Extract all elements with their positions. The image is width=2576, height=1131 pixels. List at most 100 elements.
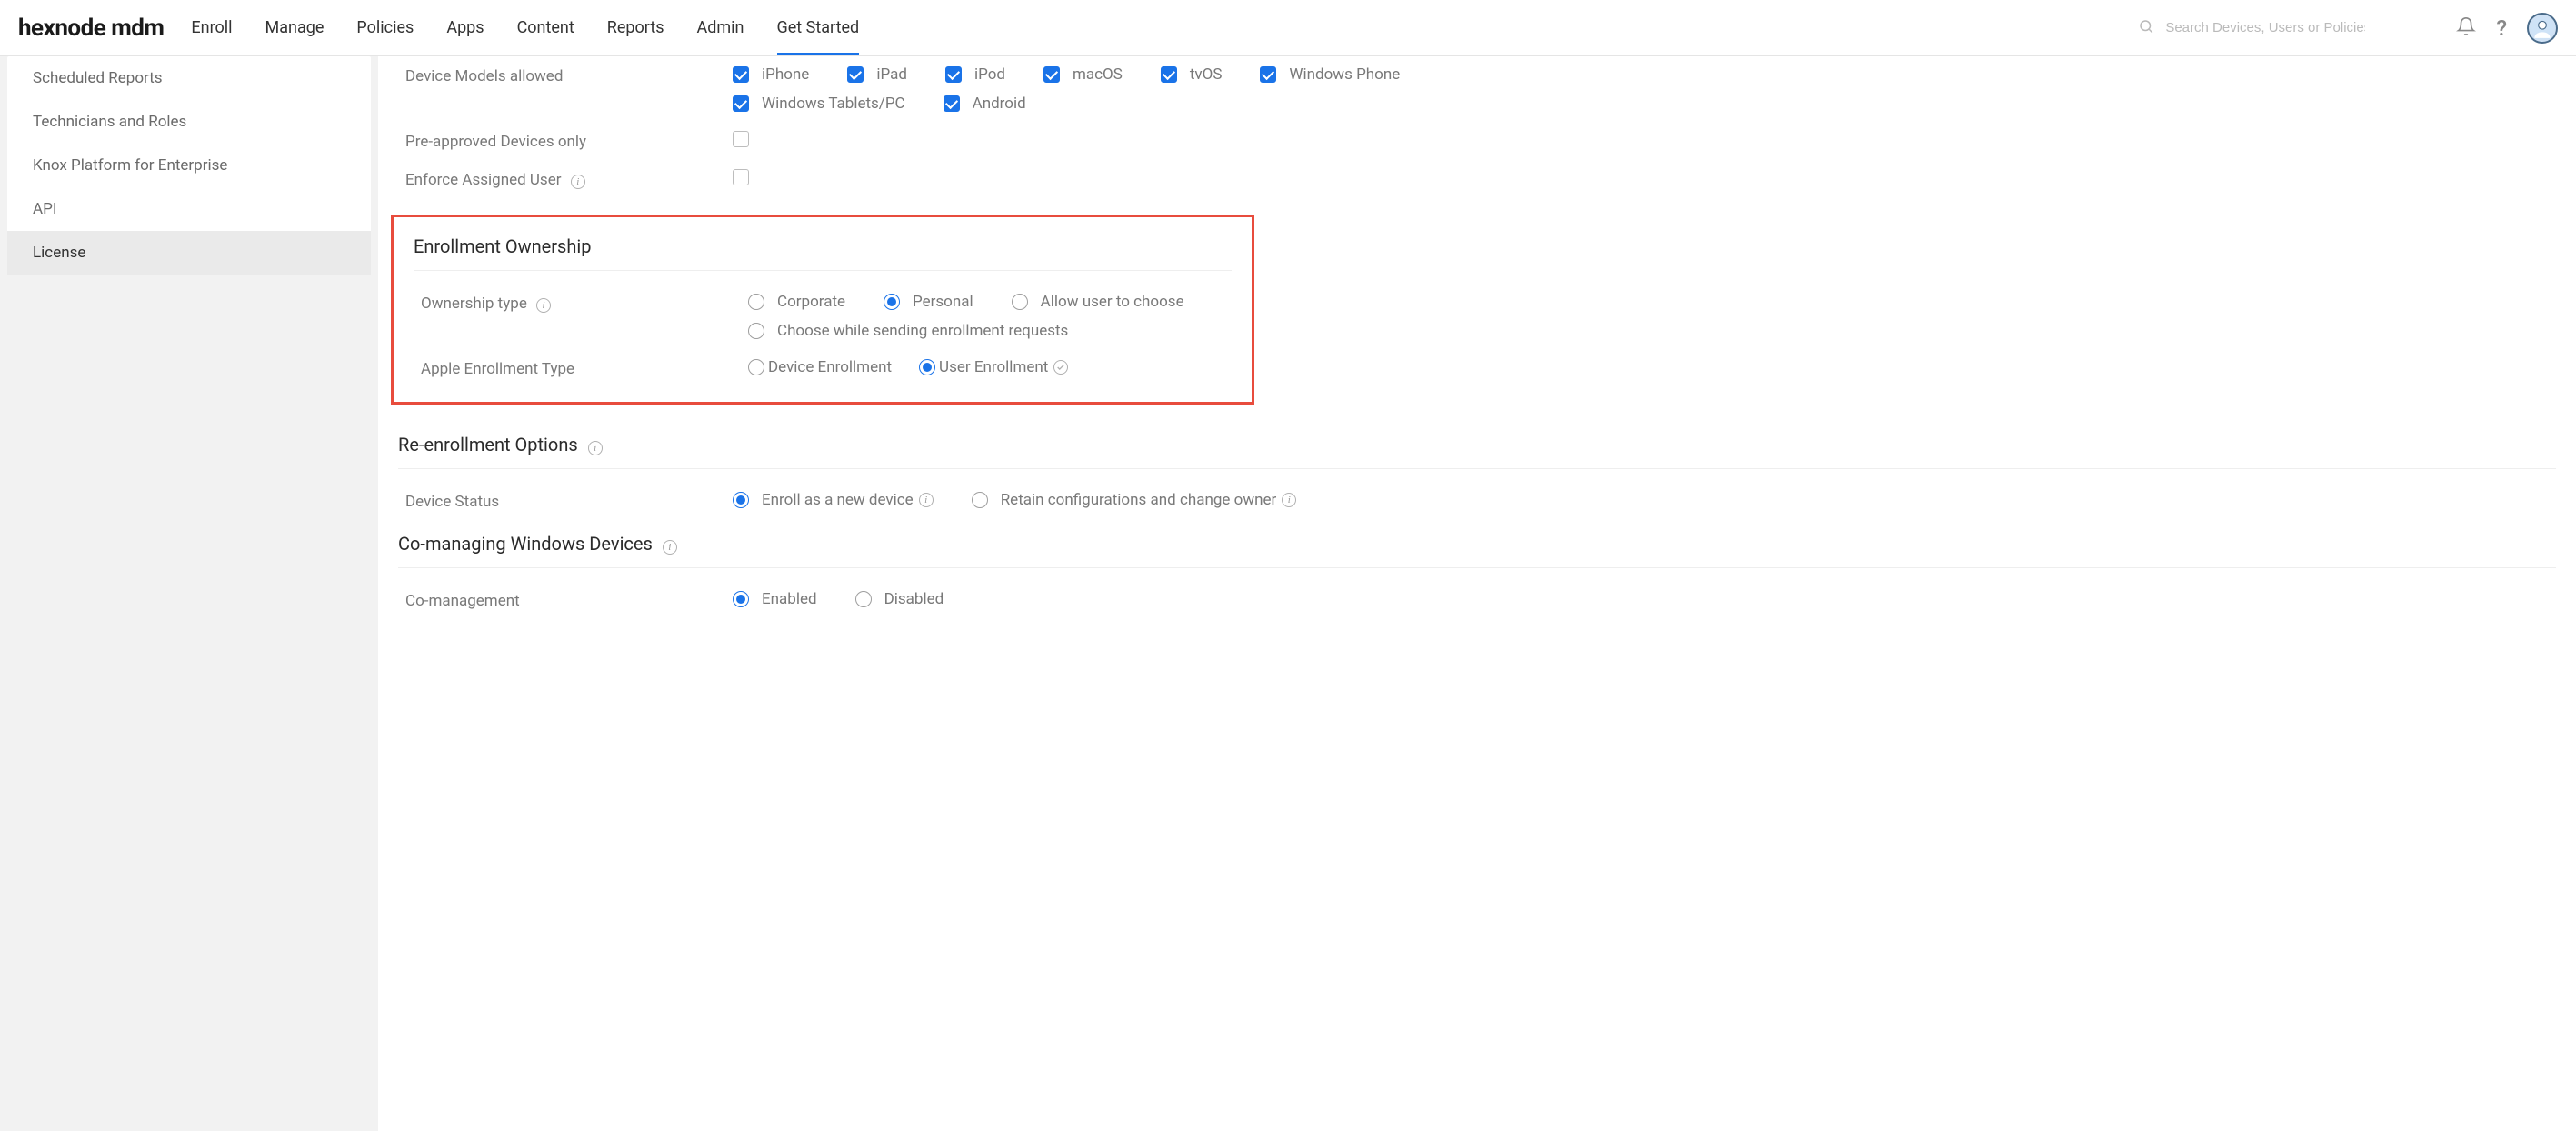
device-status-label: Device Status (405, 491, 733, 511)
opt-label: Personal (913, 293, 973, 311)
row-comanagement: Co-management Enabled Disabled (378, 581, 2576, 619)
opt-windows-phone[interactable]: Windows Phone (1260, 65, 1400, 84)
search-input[interactable] (2165, 20, 2365, 35)
opt-label: iPod (974, 65, 1005, 84)
info-icon[interactable]: i (919, 493, 934, 507)
nav-policies[interactable]: Policies (356, 1, 414, 55)
radio-icon[interactable] (855, 591, 872, 607)
opt-label: Corporate (777, 293, 845, 311)
brand-logo: hexnode mdm (18, 15, 164, 42)
sidebar-item-knox[interactable]: Knox Platform for Enterprise (7, 144, 371, 187)
sidebar-item-license[interactable]: License (7, 231, 371, 275)
radio-icon[interactable] (733, 591, 749, 607)
section-enrollment-ownership: Enrollment Ownership (394, 223, 1252, 266)
opt-personal[interactable]: Personal (884, 293, 973, 311)
opt-allow-user[interactable]: Allow user to choose (1012, 293, 1184, 311)
sidebar-item-scheduled-reports[interactable]: Scheduled Reports (7, 56, 371, 100)
avatar[interactable] (2527, 13, 2558, 44)
nav-content[interactable]: Content (517, 1, 574, 55)
opt-user-enrollment[interactable]: User Enrollment (919, 358, 1068, 376)
opt-device-enrollment[interactable]: Device Enrollment (748, 358, 892, 376)
row-apple-enrollment-type: Apple Enrollment Type Device Enrollment … (394, 349, 1252, 387)
nav-reports[interactable]: Reports (607, 1, 664, 55)
info-icon[interactable]: i (588, 441, 603, 455)
radio-icon[interactable] (919, 359, 935, 375)
opt-disabled[interactable]: Disabled (855, 590, 944, 608)
bell-icon[interactable] (2456, 16, 2476, 40)
opt-ipod[interactable]: iPod (945, 65, 1005, 84)
nav-get-started[interactable]: Get Started (777, 1, 860, 55)
opt-label: Allow user to choose (1041, 293, 1184, 311)
ownership-type-label: Ownership type i (421, 293, 748, 313)
opt-label: Android (973, 95, 1026, 113)
radio-icon[interactable] (972, 492, 988, 508)
divider (414, 270, 1232, 271)
row-ownership-type: Ownership type i Corporate Personal Allo… (394, 284, 1252, 322)
opt-label: tvOS (1190, 65, 1223, 84)
comanage-title: Co-managing Windows Devices (398, 533, 653, 555)
checkbox-icon[interactable] (1161, 66, 1177, 83)
radio-icon[interactable] (1012, 294, 1028, 310)
nav-apps[interactable]: Apps (446, 1, 484, 55)
opt-label: macOS (1073, 65, 1123, 84)
info-icon[interactable]: i (571, 175, 585, 189)
main-panel: Device Models allowed iPhone iPad iPod m… (378, 56, 2576, 1131)
enforce-user-checkbox[interactable] (733, 169, 749, 185)
opt-enabled[interactable]: Enabled (733, 590, 817, 608)
info-icon[interactable]: i (1282, 493, 1296, 507)
opt-retain-config[interactable]: Retain configurations and change owner i (972, 491, 1297, 509)
row-ownership-type-2: Choose while sending enrollment requests (394, 322, 1252, 349)
opt-label: Retain configurations and change owner (1001, 491, 1277, 509)
radio-icon[interactable] (748, 294, 764, 310)
divider (398, 468, 2556, 469)
enforce-user-text: Enforce Assigned User (405, 171, 562, 189)
opt-label: User Enrollment (939, 358, 1048, 376)
device-models-label: Device Models allowed (405, 65, 733, 85)
header-actions: ? (2456, 13, 2558, 44)
info-icon[interactable]: i (536, 298, 551, 313)
opt-android[interactable]: Android (944, 95, 1026, 113)
app-header: hexnode mdm Enroll Manage Policies Apps … (0, 0, 2576, 56)
section-reenrollment: Re-enrollment Options i (378, 421, 2576, 465)
nav-enroll[interactable]: Enroll (191, 1, 232, 55)
radio-icon[interactable] (884, 294, 900, 310)
nav-admin[interactable]: Admin (697, 1, 744, 55)
opt-choose-while-sending[interactable]: Choose while sending enrollment requests (748, 322, 1068, 340)
opt-label: iPad (876, 65, 907, 84)
enrollment-ownership-highlight: Enrollment Ownership Ownership type i Co… (391, 215, 1254, 405)
checkbox-icon[interactable] (1043, 66, 1060, 83)
radio-icon[interactable] (748, 359, 764, 375)
opt-macos[interactable]: macOS (1043, 65, 1123, 84)
checkbox-icon[interactable] (1260, 66, 1276, 83)
opt-ipad[interactable]: iPad (847, 65, 907, 84)
admin-sidebar: Scheduled Reports Technicians and Roles … (0, 56, 378, 1131)
opt-tvos[interactable]: tvOS (1161, 65, 1223, 84)
pre-approved-label: Pre-approved Devices only (405, 131, 733, 151)
search-box[interactable] (2138, 18, 2365, 38)
sidebar-item-technicians-roles[interactable]: Technicians and Roles (7, 100, 371, 144)
divider (398, 567, 2556, 568)
opt-windows-tablets[interactable]: Windows Tablets/PC (733, 95, 905, 113)
checkbox-icon[interactable] (733, 66, 749, 83)
nav-manage[interactable]: Manage (265, 1, 324, 55)
opt-corporate[interactable]: Corporate (748, 293, 845, 311)
info-icon[interactable]: i (663, 540, 677, 555)
row-device-status: Device Status Enroll as a new device i Re… (378, 482, 2576, 520)
help-icon[interactable]: ? (2496, 15, 2507, 41)
checkbox-icon[interactable] (733, 95, 749, 112)
radio-icon[interactable] (748, 323, 764, 339)
checkbox-icon[interactable] (944, 95, 960, 112)
checkbox-icon[interactable] (945, 66, 962, 83)
main-nav: Enroll Manage Policies Apps Content Repo… (191, 1, 2138, 55)
opt-label: Device Enrollment (768, 358, 892, 376)
opt-label: Windows Tablets/PC (762, 95, 905, 113)
sidebar-item-api[interactable]: API (7, 187, 371, 231)
row-enforce-user: Enforce Assigned User i (378, 160, 2576, 198)
checkbox-icon[interactable] (847, 66, 864, 83)
opt-enroll-new[interactable]: Enroll as a new device i (733, 491, 934, 509)
pre-approved-checkbox[interactable] (733, 131, 749, 147)
opt-iphone[interactable]: iPhone (733, 65, 809, 84)
radio-icon[interactable] (733, 492, 749, 508)
opt-label: Enroll as a new device (762, 491, 914, 509)
apple-enroll-label: Apple Enrollment Type (421, 358, 748, 378)
